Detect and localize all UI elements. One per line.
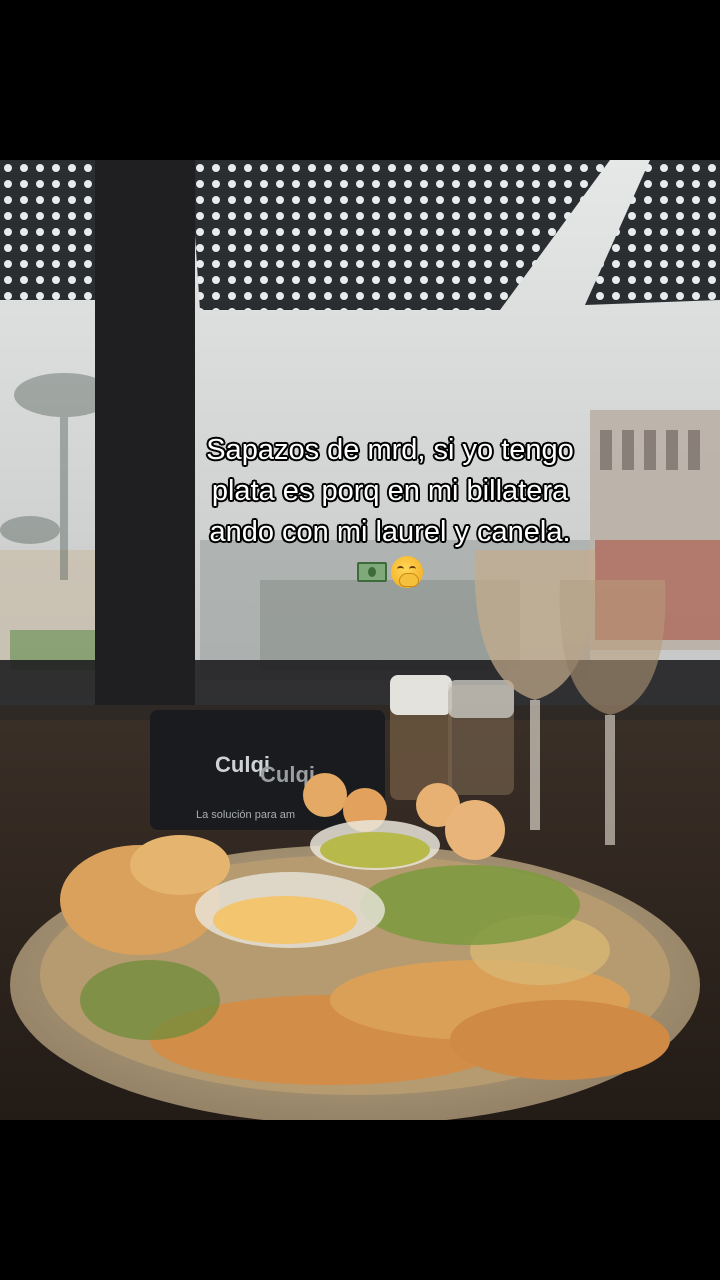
money-with-eyes-icon: [357, 562, 387, 582]
shakers: [390, 675, 514, 800]
caption-line-2: plata es porq en mi billatera: [211, 475, 569, 507]
caption-line-1: Sapazos de mrd, si yo tengo: [206, 434, 574, 466]
restaurant-photo: Culqi Culqi La solución para am: [0, 160, 720, 1120]
photo-scene: Culqi Culqi La solución para am: [0, 160, 720, 1120]
top-letterbox: [0, 0, 720, 160]
caption-overlay: Sapazos de mrd, si yo tengo plata es por…: [160, 430, 620, 589]
bottom-letterbox: [0, 1120, 720, 1280]
sign-tagline: La solución para am: [196, 809, 295, 821]
caption-line-3: ando con mi laurel y canela.: [209, 516, 571, 548]
face-with-hand-over-mouth-icon: [391, 556, 423, 588]
caption-emojis: [160, 555, 620, 589]
